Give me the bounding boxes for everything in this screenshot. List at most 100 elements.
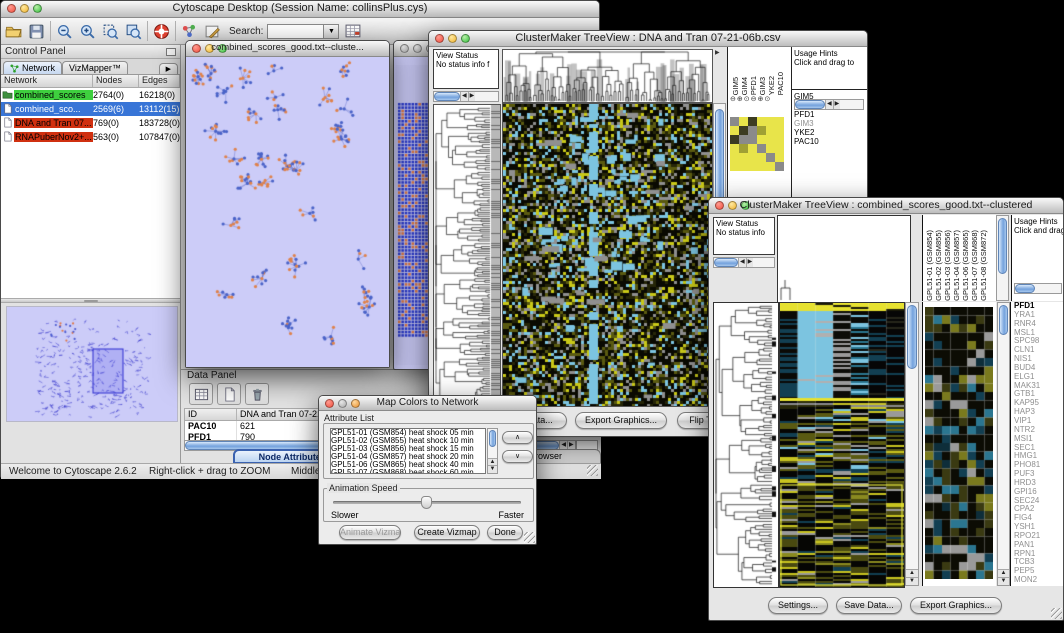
divider-arrow-icon[interactable]: ▶ [715, 49, 720, 56]
network-table-row[interactable]: RNAPuberNov2+...563(0)107847(0) [1, 130, 180, 144]
treeview1-titlebar[interactable]: ClusterMaker TreeView : DNA and Tran 07-… [429, 31, 867, 47]
gene-label[interactable]: SEC1 [1014, 444, 1064, 453]
summary-cell[interactable] [775, 162, 784, 171]
summary-cell[interactable] [748, 144, 757, 153]
zoom-selected-icon[interactable] [102, 23, 119, 40]
summary-cell[interactable] [730, 144, 739, 153]
scroll-down-icon[interactable]: ▼ [906, 577, 918, 585]
zoom-out-icon[interactable] [56, 23, 73, 40]
treeview1-button-1[interactable]: Export Graphics... [575, 412, 667, 429]
summary-cell[interactable] [757, 126, 766, 135]
summary-cell[interactable] [766, 153, 775, 162]
gene-label[interactable]: GPI16 [1014, 488, 1064, 497]
summary-cell[interactable] [775, 135, 784, 144]
array-label-scrollbar[interactable] [996, 215, 1009, 301]
gene-label[interactable]: RPN1 [1014, 550, 1064, 559]
gene-label[interactable]: PFD1 [1014, 302, 1064, 311]
network-canvas[interactable] [186, 57, 389, 367]
gene-label[interactable]: YRA1 [1014, 311, 1064, 320]
gene-list[interactable]: PFD1YRA1RNR4MSL1SPC98CLN1NIS1BUD4ELG1MAK… [1011, 302, 1064, 585]
gene-label[interactable]: BUD4 [1014, 364, 1064, 373]
summary-cell[interactable] [730, 117, 739, 126]
close-button[interactable] [400, 44, 409, 53]
gene-label[interactable]: MAK31 [1014, 382, 1064, 391]
summary-cell[interactable] [730, 153, 739, 162]
summary-cell[interactable] [748, 135, 757, 144]
scroll-right-icon[interactable]: ▶ [833, 100, 841, 109]
open-icon[interactable] [5, 23, 22, 40]
tab-network[interactable]: Network [3, 61, 62, 74]
scroll-right-icon[interactable]: ▶ [746, 258, 754, 267]
summary-cell[interactable] [757, 117, 766, 126]
scroll-up-icon[interactable]: ▲ [998, 569, 1009, 577]
gene-label[interactable]: KAP95 [1014, 399, 1064, 408]
summary-cell[interactable] [739, 153, 748, 162]
gene-label[interactable]: CPA2 [1014, 505, 1064, 514]
search-dropdown-button[interactable]: ▼ [324, 24, 339, 39]
summary-cell[interactable] [739, 126, 748, 135]
gene-label[interactable]: HAP3 [1014, 408, 1064, 417]
dialog-button-create-vizmap[interactable]: Create Vizmap [414, 525, 480, 540]
network-table-row[interactable]: combined_scores2764(0)16218(0) [1, 88, 180, 102]
scroll-left-icon[interactable]: ◀ [738, 258, 746, 267]
treeview2-button-2[interactable]: Export Graphics... [910, 597, 1002, 614]
gene-label[interactable]: NIS1 [1014, 355, 1064, 364]
heatmap-vscrollbar[interactable]: ▲ ▼ [905, 302, 919, 586]
more-tabs-button[interactable]: ▶ [159, 63, 178, 74]
gene-label[interactable]: MSI1 [1014, 435, 1064, 444]
summary-cell[interactable] [766, 117, 775, 126]
gene-label[interactable]: YKE2 [794, 128, 868, 137]
scroll-right-icon[interactable]: ▶ [468, 92, 476, 101]
attribute-table-icon[interactable] [345, 23, 362, 40]
network-view-titlebar[interactable]: combined_scores_good.txt--cluste... [186, 41, 389, 57]
window-resize-grip[interactable] [524, 532, 535, 543]
gene-label[interactable]: PUF3 [1014, 470, 1064, 479]
treeview2-button-1[interactable]: Save Data... [836, 597, 902, 614]
col-id[interactable]: ID [185, 409, 237, 420]
expression-heatmap-canvas[interactable] [779, 302, 905, 588]
save-icon[interactable] [28, 23, 45, 40]
usage-hints-scrollbar[interactable] [1014, 283, 1062, 294]
summary-cell[interactable] [739, 135, 748, 144]
gene-label[interactable]: PAC10 [794, 137, 868, 146]
summary-cell[interactable] [748, 126, 757, 135]
gene-label[interactable]: NTR2 [1014, 426, 1064, 435]
summary-cell[interactable] [766, 135, 775, 144]
annotation-icon[interactable] [204, 23, 221, 40]
dense-network-canvas[interactable] [396, 65, 432, 365]
window-resize-grip[interactable] [1051, 608, 1062, 619]
summary-cell[interactable] [748, 117, 757, 126]
animation-speed-thumb[interactable] [421, 496, 432, 509]
gene-label[interactable]: GIM3 [794, 119, 868, 128]
move-up-button[interactable]: ∧ [502, 431, 533, 444]
gene-label[interactable]: SPC98 [1014, 337, 1064, 346]
summary-cell[interactable] [739, 117, 748, 126]
attribute-list-scrollbar[interactable]: ▲ ▼ [487, 428, 498, 474]
dialog-button-done[interactable]: Done [487, 525, 523, 540]
gene-label[interactable]: RPO21 [1014, 532, 1064, 541]
network-table-header[interactable]: Network Nodes Edges [1, 75, 180, 88]
attribute-list[interactable]: GPL51-01 (GSM854) heat shock 05 minGPL51… [330, 428, 486, 474]
summary-cell[interactable] [775, 144, 784, 153]
array-dendrogram-canvas[interactable] [502, 49, 713, 103]
panel-splitter[interactable] [1, 298, 180, 303]
gene-label[interactable]: FIG4 [1014, 514, 1064, 523]
gene-label[interactable]: PAN1 [1014, 541, 1064, 550]
gene-label[interactable]: PFD1 [794, 110, 868, 119]
gene-label[interactable]: HRD3 [1014, 479, 1064, 488]
scroll-up-icon[interactable]: ▲ [906, 569, 918, 577]
scroll-left-icon[interactable]: ◀ [460, 92, 468, 101]
network-table-row[interactable]: DNA and Tran 07...769(0)183728(0) [1, 116, 180, 130]
gene-label[interactable]: MSL1 [1014, 329, 1064, 338]
tab-vizmapper[interactable]: VizMapper™ [62, 61, 128, 74]
search-input[interactable] [267, 24, 324, 39]
col-network[interactable]: Network [1, 75, 93, 87]
summary-cell[interactable] [775, 117, 784, 126]
gene-label[interactable]: TCB3 [1014, 558, 1064, 567]
zoom-fit-icon[interactable] [125, 23, 142, 40]
array-dendrogram-canvas[interactable] [777, 215, 911, 303]
expression-heatmap-canvas[interactable] [502, 103, 713, 407]
summary-cell[interactable] [757, 144, 766, 153]
summary-cell[interactable] [757, 162, 766, 171]
gene-label[interactable]: ELG1 [1014, 373, 1064, 382]
